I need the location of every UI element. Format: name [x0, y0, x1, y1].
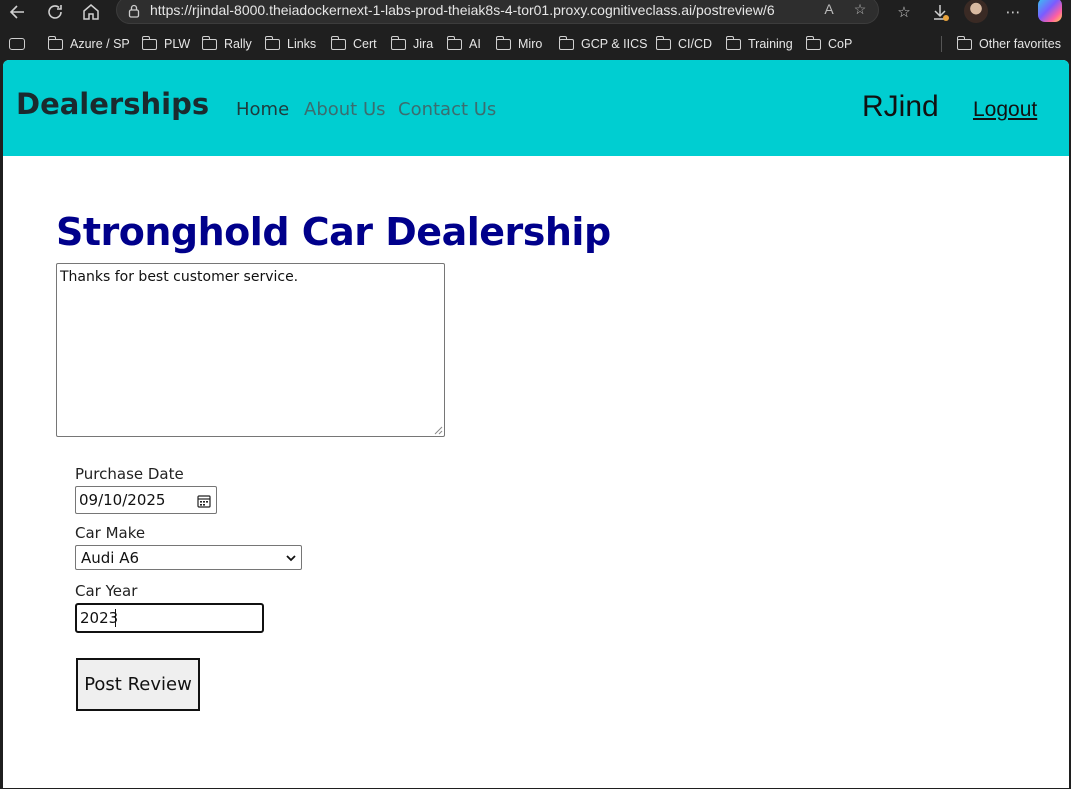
dealer-name-heading: Stronghold Car Dealership [56, 210, 611, 254]
chevron-down-icon [284, 550, 298, 564]
review-text: Thanks for best customer service. [60, 269, 299, 285]
folder-icon [47, 35, 63, 50]
bookmark-item[interactable]: Links [264, 34, 316, 54]
refresh-icon[interactable] [44, 1, 66, 23]
resize-grip-icon[interactable] [434, 426, 443, 435]
back-icon[interactable] [7, 1, 29, 23]
downloads-icon[interactable] [929, 1, 951, 23]
car-year-value: 2023 [80, 609, 119, 627]
folder-icon [805, 35, 821, 50]
bookmark-item[interactable]: CoP [805, 34, 852, 54]
logout-link[interactable]: Logout [973, 98, 1037, 122]
other-favorites[interactable]: Other favorites [956, 34, 1061, 54]
car-make-label: Car Make [75, 524, 146, 542]
folder-icon [201, 35, 217, 50]
review-textarea[interactable]: Thanks for best customer service. [56, 263, 445, 437]
purchase-date-label: Purchase Date [75, 465, 184, 483]
bookmark-item[interactable]: PLW [141, 34, 190, 54]
purchase-date-input[interactable]: 09/10/2025 [75, 486, 217, 514]
calendar-icon[interactable] [197, 493, 211, 508]
folder-icon [141, 35, 157, 50]
site-header: Dealerships Home About Us Contact Us RJi… [3, 60, 1069, 156]
car-make-value: Audi A6 [81, 549, 140, 567]
text-caret [115, 609, 116, 627]
car-make-select[interactable]: Audi A6 [75, 545, 302, 570]
brand-title[interactable]: Dealerships [16, 87, 209, 121]
post-review-button[interactable]: Post Review [76, 658, 200, 711]
copilot-icon[interactable] [1038, 0, 1062, 22]
username: RJind [862, 90, 939, 123]
folder-icon [558, 35, 574, 50]
bookmark-item[interactable]: Azure / SP [47, 34, 130, 54]
bookmark-item[interactable]: GCP & IICS [558, 34, 647, 54]
bookmark-item[interactable]: Miro [495, 34, 542, 54]
url-text[interactable]: https://rjindal-8000.theiadockernext-1-l… [150, 2, 775, 18]
bookmark-item[interactable]: CI/CD [655, 34, 712, 54]
favorite-star-icon[interactable]: ☆ [851, 0, 869, 18]
browser-chrome: https://rjindal-8000.theiadockernext-1-l… [0, 0, 1071, 60]
folder-icon [655, 35, 671, 50]
folder-icon [446, 35, 462, 50]
bookmark-item[interactable]: Rally [201, 34, 252, 54]
profile-avatar[interactable] [964, 0, 988, 23]
more-icon[interactable]: ⋯ [1002, 1, 1024, 23]
folder-icon [725, 35, 741, 50]
nav-home[interactable]: Home [236, 99, 289, 120]
bookmarks-bar: Azure / SP PLW Rally Links Cert Jira AI … [0, 32, 1071, 56]
bookmarks-divider [941, 36, 942, 52]
bookmark-item[interactable]: Cert [330, 34, 377, 54]
car-year-input[interactable]: 2023 [75, 603, 264, 633]
bookmark-item[interactable]: AI [446, 34, 481, 54]
read-aloud-icon[interactable]: A [820, 0, 838, 18]
browser-toolbar: https://rjindal-8000.theiadockernext-1-l… [0, 0, 1071, 26]
lock-icon[interactable] [127, 3, 141, 18]
folder-icon [495, 35, 511, 50]
car-year-label: Car Year [75, 582, 138, 600]
purchase-date-value: 09/10/2025 [79, 491, 166, 509]
address-bar[interactable]: https://rjindal-8000.theiadockernext-1-l… [116, 0, 879, 24]
folder-icon [264, 35, 280, 50]
folder-icon [956, 35, 972, 50]
bookmark-item[interactable]: Training [725, 34, 793, 54]
bookmark-item[interactable]: Jira [390, 34, 433, 54]
favorites-icon[interactable]: ☆ [893, 1, 915, 23]
nav-contact-us[interactable]: Contact Us [398, 99, 496, 120]
web-page: Dealerships Home About Us Contact Us RJi… [3, 60, 1069, 788]
home-icon[interactable] [80, 1, 102, 23]
folder-icon [330, 35, 346, 50]
folder-icon [390, 35, 406, 50]
nav-about-us[interactable]: About Us [304, 99, 386, 120]
